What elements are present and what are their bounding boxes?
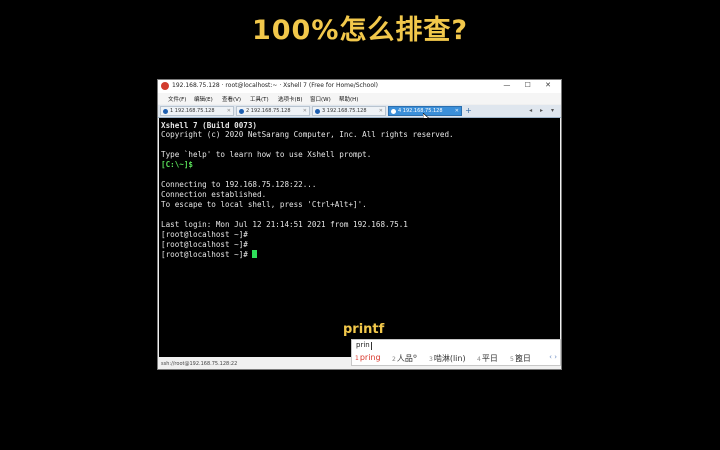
menu-tools[interactable]: 工具(T)	[250, 95, 269, 103]
terminal-cursor	[252, 250, 258, 258]
tab-session-2[interactable]: 2 192.168.75.128 ✕	[236, 106, 310, 116]
tab-label: 3 192.168.75.128	[322, 108, 367, 114]
gear-icon: ⚙	[412, 354, 418, 360]
local-prompt: [C:\~]$	[161, 160, 194, 169]
ime-candidate-1[interactable]: 1pring	[355, 353, 381, 362]
shell-prompt: [root@localhost ~]#	[161, 230, 248, 239]
tab-label: 2 192.168.75.128	[246, 108, 291, 114]
session-tab-bar: 1 192.168.75.128 ✕ 2 192.168.75.128 ✕ 3 …	[158, 105, 561, 123]
tab-session-1[interactable]: 1 192.168.75.128 ✕	[160, 106, 234, 116]
menu-help[interactable]: 帮助(H)	[339, 95, 358, 103]
shell-prompt-text: [root@localhost ~]#	[161, 250, 248, 259]
menu-view[interactable]: 查看(V)	[222, 95, 241, 103]
window-title: 192.168.75.128 · root@localhost:~ · Xshe…	[172, 82, 379, 89]
ime-input-text: prin	[356, 341, 370, 349]
session-icon	[239, 109, 244, 114]
menu-bar: 文件(F) 编辑(E) 查看(V) 工具(T) 选项卡(B) 窗口(W) 帮助(…	[158, 93, 561, 104]
terminal-line: Connecting to 192.168.75.128:22...	[161, 180, 317, 189]
ime-candidate-4[interactable]: 4平日	[477, 353, 498, 364]
terminal-line: Connection established.	[161, 190, 267, 199]
ime-page-arrows[interactable]: ‹ ›	[549, 353, 557, 361]
close-icon[interactable]: ✕	[303, 107, 307, 116]
terminal-line: Copyright (c) 2020 NetSarang Computer, I…	[161, 130, 454, 139]
video-headline: 100%怎么排查?	[251, 15, 469, 46]
ime-candidate-box[interactable]: prin 1pring 2人品⚙ 3啮淋(lin) 4平日 5篦日 ‹ ›	[351, 339, 561, 366]
terminal-line: To escape to local shell, press 'Ctrl+Al…	[161, 200, 367, 209]
ime-caret	[371, 342, 372, 350]
title-bar: 192.168.75.128 · root@localhost:~ · Xshe…	[158, 80, 561, 93]
shell-prompt-current: [root@localhost ~]#	[161, 250, 258, 259]
typed-word-overlay: printf	[343, 322, 385, 337]
close-icon[interactable]: ✕	[455, 107, 459, 116]
session-icon	[315, 109, 320, 114]
ime-candidate-3[interactable]: 3啮淋(lin)	[429, 353, 466, 364]
tab-label: 1 192.168.75.128	[170, 108, 215, 114]
close-icon[interactable]: ✕	[227, 107, 231, 116]
menu-window[interactable]: 窗口(W)	[310, 95, 331, 103]
shell-prompt: [root@localhost ~]#	[161, 240, 248, 249]
add-tab-button[interactable]: +	[464, 106, 473, 116]
window-controls[interactable]: — ☐ ✕	[503, 81, 557, 89]
session-icon	[163, 109, 168, 114]
menu-edit[interactable]: 编辑(E)	[194, 95, 213, 103]
terminal-line: Last login: Mon Jul 12 21:14:51 2021 fro…	[161, 220, 408, 229]
menu-tabs[interactable]: 选项卡(B)	[278, 95, 303, 103]
tab-session-3[interactable]: 3 192.168.75.128 ✕	[312, 106, 386, 116]
ime-candidate-5[interactable]: 5篦日	[510, 353, 531, 364]
terminal-line: Xshell 7 (Build 0073)	[161, 121, 258, 130]
xshell-app-icon	[161, 82, 169, 90]
connection-status: ssh://root@192.168.75.128:22	[161, 361, 238, 367]
tab-label: 4 192.168.75.128	[398, 108, 443, 114]
ime-candidate-2[interactable]: 2人品⚙	[392, 353, 417, 364]
session-icon	[391, 109, 396, 114]
tab-nav-arrows[interactable]: ◂ ▸ ▾	[529, 107, 557, 114]
menu-file[interactable]: 文件(F)	[168, 95, 186, 103]
close-icon[interactable]: ✕	[379, 107, 383, 116]
terminal-line: Type `help' to learn how to use Xshell p…	[161, 150, 372, 159]
